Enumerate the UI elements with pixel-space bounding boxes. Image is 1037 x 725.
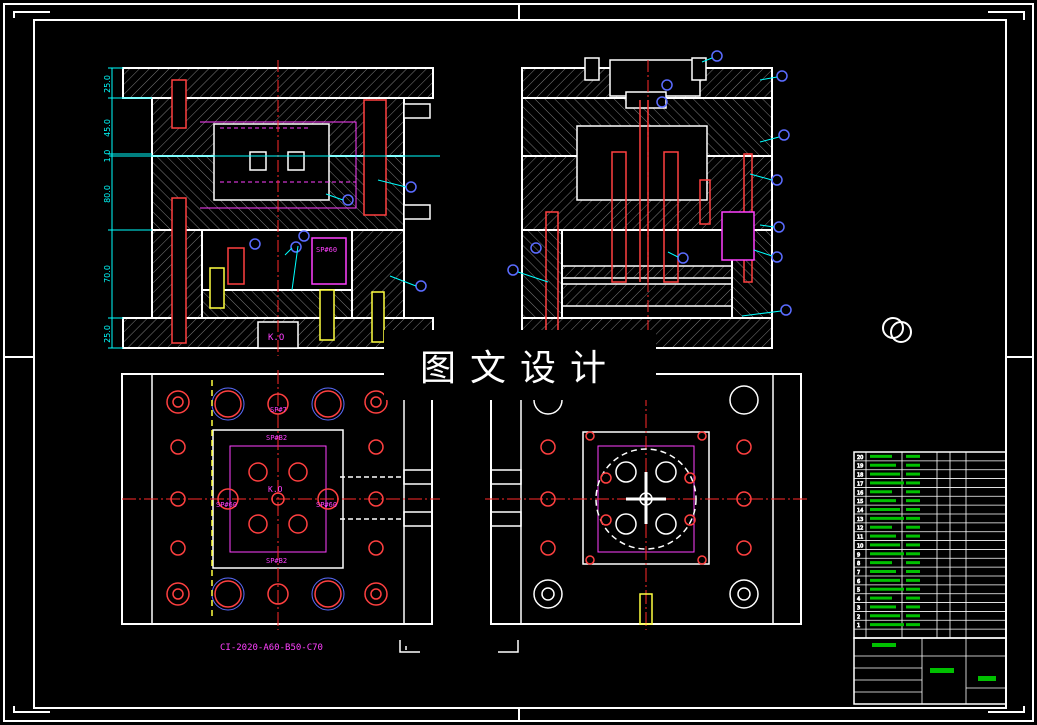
title-block-row-text [870,463,896,467]
title-block-row-text [870,472,900,476]
title-block-row-number: 14 [857,508,863,514]
title-block-row-code [906,623,920,627]
title-block-row-number: 7 [857,570,860,576]
title-block-row-text [870,552,904,556]
title-block-row-code [906,570,920,573]
title-block-row-text [870,499,896,503]
title-block-row-number: 18 [857,473,863,479]
dim-4: 80.0 [103,185,112,203]
title-block-row-text [870,570,896,573]
title-block: 20 19 18 17 16 15 14 13 12 11 10 9 8 7 6 5 4 3 2 1 [853,451,1007,705]
title-block-row-number: 19 [857,464,863,470]
title-block-row-text [870,578,900,582]
title-block-row-code [906,578,920,582]
title-block-row-number: 5 [857,588,860,594]
section-view-right [507,50,792,356]
ko-label-left: K.O [268,333,284,343]
title-block-row-text [870,623,904,627]
title-block-row-text [870,605,896,609]
plan-view-right [485,370,808,653]
dim-6: 25.0 [103,325,112,343]
dim-2: 45.0 [103,119,112,137]
title-block-row-code [906,490,920,494]
title-block-row-text [870,614,900,618]
dim-3: 1.0 [103,150,112,163]
title-block-row-text [870,543,900,547]
surface-symbol [882,317,912,343]
title-block-row-number: 2 [857,614,860,620]
title-block-row-number: 4 [857,597,860,603]
title-block-row-text [870,561,892,565]
title-block-row-code [906,614,920,618]
plan-label-left: SP#60 [216,501,237,509]
title-block-row-code [906,605,920,609]
title-block-row-text [870,596,892,600]
title-block-row-code [906,525,920,529]
dim-1: 25.0 [103,75,112,93]
plan-label-top: SP#B2 [266,434,287,442]
title-block-row-number: 12 [857,526,863,532]
title-block-row-code [906,552,920,556]
title-block-row-code [906,508,920,511]
dim-5: 70.0 [103,265,112,283]
watermark: 图文设计 [384,330,656,400]
title-block-row-code [906,499,920,503]
title-block-row-number: 17 [857,481,863,487]
title-block-row-number: 11 [857,535,863,541]
title-block-row-number: 8 [857,561,860,567]
title-block-row-number: 13 [857,517,863,523]
title-block-row-number: 3 [857,605,860,611]
title-block-row-number: 1 [857,623,860,629]
title-block-row-code [906,481,920,485]
title-block-row-text [870,516,904,520]
title-block-row-text [870,454,892,458]
title-block-row-code [906,463,920,467]
title-block-row-code [906,534,920,538]
title-block-row-number: 10 [857,543,863,549]
plan-label-right: SP#60 [316,501,337,509]
title-block-row-code [906,543,920,547]
title-block-row-code [906,516,920,520]
title-block-row-text [870,490,892,494]
title-block-row-number: 16 [857,490,863,496]
title-block-row-text [870,481,904,485]
title-block-row-number: 9 [857,552,860,558]
title-block-row-code [906,587,920,591]
section-view-left [108,60,440,356]
title-block-row-number: 15 [857,499,863,505]
plan-ko-label: K.O [268,485,283,494]
title-block-row-code [906,596,920,600]
plan-label-bottom: SP#B2 [266,557,287,565]
title-block-row-number: 6 [857,579,860,585]
title-block-row-text [870,534,896,538]
title-block-row-code [906,561,920,565]
sp-label-left: SP#60 [316,246,337,254]
dimension-labels: 25.0 45.0 1.0 80.0 70.0 25.0 [103,75,112,343]
pin-label-top: SP#7 [270,406,287,414]
title-block-row-number: 20 [857,455,863,461]
title-block-row-code [906,472,920,476]
part-code: CI-2020-A60-B50-C70 [220,643,323,653]
title-block-row-text [870,587,904,591]
title-block-row-text [870,525,892,529]
title-block-row-text [870,508,900,511]
title-block-row-code [906,454,920,458]
